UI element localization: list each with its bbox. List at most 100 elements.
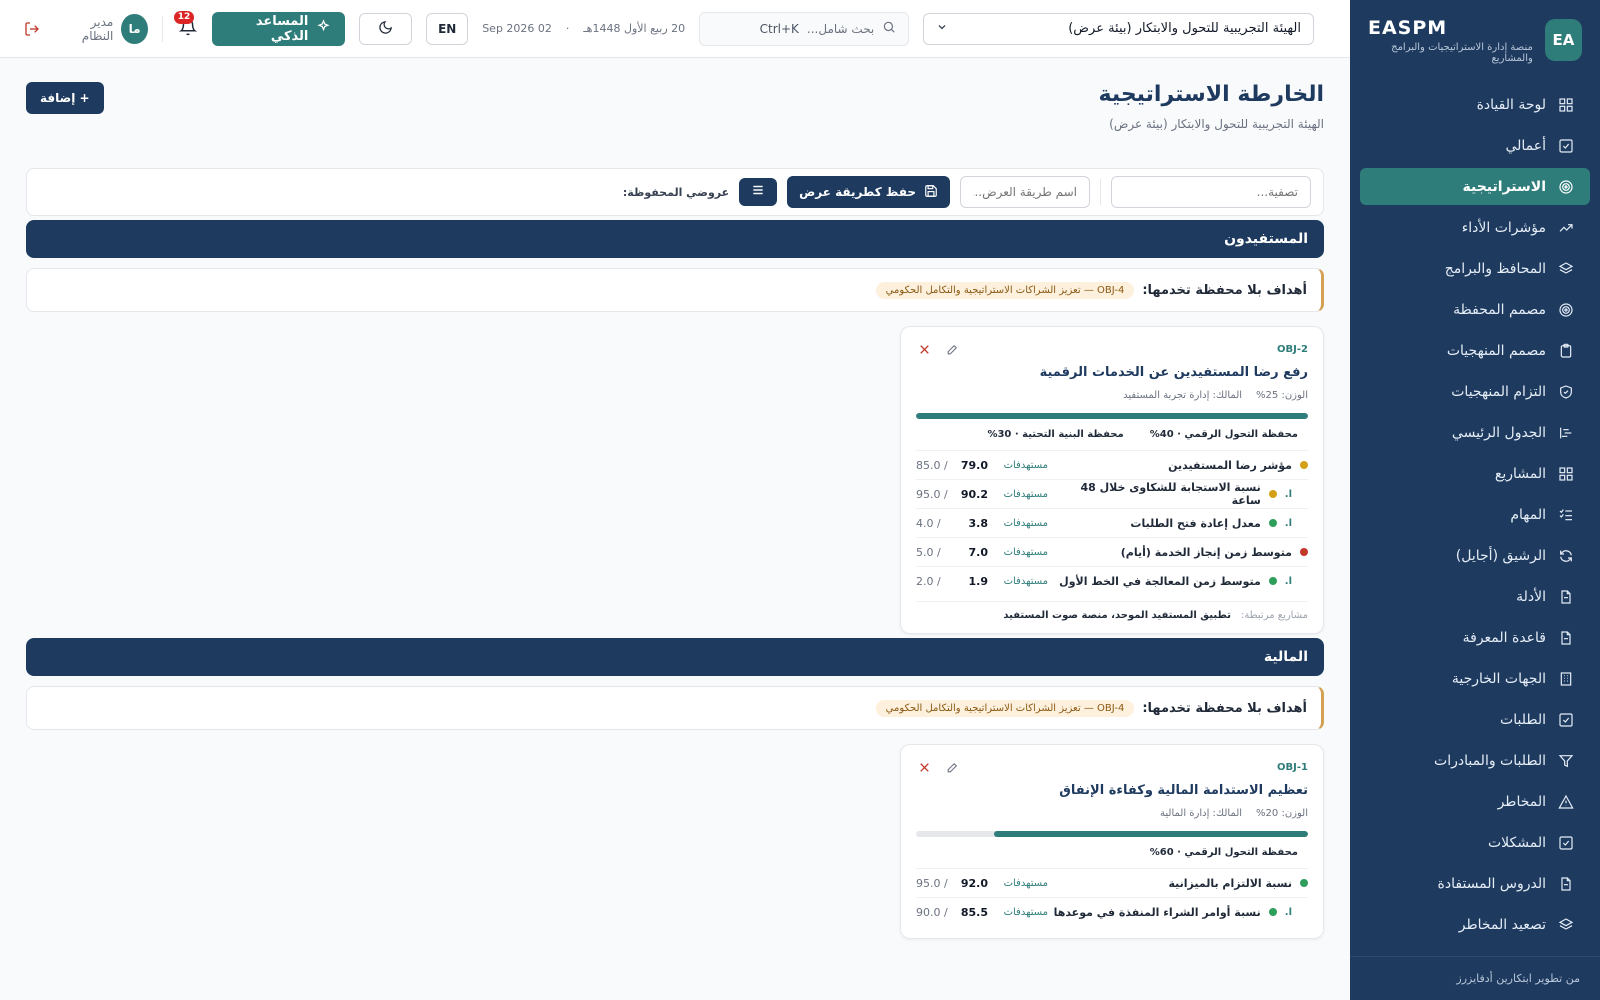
sidebar-item-13[interactable]: قاعدة المعرفة	[1360, 619, 1590, 656]
filter-icon	[1558, 753, 1574, 769]
sidebar-item-8[interactable]: الجدول الرئيسي	[1360, 414, 1590, 451]
gregorian-date: 02 Sep 2026	[482, 22, 552, 35]
portfolio-link[interactable]: محفظة التحول الرقمي · 60%	[1150, 847, 1298, 858]
status-dot	[1300, 548, 1308, 556]
topbar: الهيئة التجريبية للتحول والابتكار (بيئة …	[0, 0, 1350, 58]
search-placeholder: بحث شامل...	[806, 21, 875, 36]
sidebar-item-17[interactable]: المخاطر	[1360, 783, 1590, 820]
sidebar-item-label: المشكلات	[1487, 834, 1546, 851]
app-logo: EA	[1544, 19, 1582, 61]
objective-chip[interactable]: OBJ-4 — تعزيز الشراكات الاستراتيجية والت…	[875, 281, 1135, 299]
ai-assistant-label: المساعد الذكي	[255, 13, 309, 44]
kpi-targets-link[interactable]: مستهدفات	[988, 576, 1048, 587]
sub-kpi-marker: ا.	[1284, 488, 1292, 500]
view-name-input[interactable]	[960, 176, 1090, 208]
edit-icon[interactable]	[944, 759, 960, 775]
language-toggle[interactable]: EN	[426, 12, 469, 45]
sidebar-item-label: الأدلة	[1516, 588, 1546, 605]
sidebar-item-15[interactable]: الطلبات	[1360, 701, 1590, 738]
sidebar-footer: من تطوير ابتكارين أدفايزرز	[1350, 956, 1600, 1000]
objective-weight: الوزن: 25%	[1256, 390, 1308, 401]
status-dot	[1268, 577, 1277, 585]
kpi-targets-link[interactable]: مستهدفات	[988, 547, 1048, 558]
close-icon[interactable]	[916, 341, 932, 357]
sidebar-item-10[interactable]: المهام	[1360, 496, 1590, 533]
user-menu[interactable]: ما مدير النظام	[62, 13, 148, 44]
check-square-icon	[1558, 138, 1574, 154]
kpi-targets-link[interactable]: مستهدفات	[988, 518, 1048, 529]
sidebar-item-label: مصمم المحفظة	[1453, 301, 1546, 318]
sidebar-item-20[interactable]: تصعيد المخاطر	[1360, 906, 1590, 943]
check-square-icon	[1558, 712, 1574, 728]
kpi-actual: 1.9	[968, 574, 989, 588]
sidebar-item-16[interactable]: الطلبات والمبادرات	[1360, 742, 1590, 779]
file-icon	[1558, 876, 1574, 892]
sidebar-item-label: المهام	[1510, 506, 1546, 523]
sidebar-item-6[interactable]: مصمم المنهجيات	[1360, 332, 1590, 369]
sidebar-item-12[interactable]: الأدلة	[1360, 578, 1590, 615]
org-select[interactable]: الهيئة التجريبية للتحول والابتكار (بيئة …	[923, 12, 1314, 45]
sidebar-item-19[interactable]: الدروس المستفادة	[1360, 865, 1590, 902]
refresh-icon	[1558, 548, 1574, 564]
linked-projects[interactable]: تطبيق المستفيد الموحد، منصة صوت المستفيد	[1003, 610, 1231, 621]
sidebar: EA EASPM منصة إدارة الاستراتيجيات والبرا…	[1350, 0, 1600, 1000]
user-name: مدير النظام	[81, 14, 114, 43]
shield-icon	[1558, 384, 1574, 400]
sidebar-item-2[interactable]: الاستراتيجية	[1360, 168, 1590, 205]
kpi-actual: 3.8	[968, 516, 989, 530]
objective-chip[interactable]: OBJ-4 — تعزيز الشراكات الاستراتيجية والت…	[875, 699, 1135, 717]
main-content: الخارطة الاستراتيجية الهيئة التجريبية لل…	[0, 58, 1350, 1000]
sidebar-item-0[interactable]: لوحة القيادة	[1360, 86, 1590, 123]
portfolio-link[interactable]: محفظة البنية التحتية · 30%	[987, 429, 1123, 440]
logout-icon[interactable]	[24, 21, 40, 37]
sidebar-item-18[interactable]: المشكلات	[1360, 824, 1590, 861]
objective-title[interactable]: رفع رضا المستفيدين عن الخدمات الرقمية	[916, 365, 1308, 380]
objective-progress	[916, 413, 1308, 419]
sidebar-item-label: الطلبات	[1500, 711, 1546, 728]
objective-title[interactable]: تعظيم الاستدامة المالية وكفاءة الإنفاق	[916, 783, 1308, 798]
sidebar-item-11[interactable]: الرشيق (أجايل)	[1360, 537, 1590, 574]
filter-bar: حفظ كطريقة عرض عروضي المحفوظة:	[26, 168, 1324, 216]
sub-kpi-marker: ا.	[1284, 517, 1292, 529]
kpi-row[interactable]: نسبة الالتزام بالميزانية مستهدفات 92.0 95.0…	[916, 868, 1308, 897]
sidebar-item-9[interactable]: المشاريع	[1360, 455, 1590, 492]
filter-input[interactable]	[1111, 176, 1311, 208]
kpi-row[interactable]: متوسط زمن إنجاز الخدمة (أيام) مستهدفات 7.0…	[916, 537, 1308, 566]
sidebar-item-5[interactable]: مصمم المحفظة	[1360, 291, 1590, 328]
kpi-row[interactable]: ا. متوسط زمن المعالجة في الخط الأول مستهدف…	[916, 566, 1308, 595]
global-search[interactable]: بحث شامل... Ctrl+K	[699, 11, 910, 46]
sidebar-item-3[interactable]: مؤشرات الأداء	[1360, 209, 1590, 246]
kpi-row[interactable]: ا. نسبة أوامر الشراء المنفذة في موعدها مست…	[916, 897, 1308, 926]
objective-card: OBJ-2 رفع رضا المستفيدين عن الخدمات الرقم…	[900, 326, 1324, 634]
kpi-name: متوسط زمن المعالجة في الخط الأول	[1059, 574, 1261, 588]
kpi-row[interactable]: ا. نسبة الاستجابة للشكاوى خلال 48 ساعة مست…	[916, 479, 1308, 508]
sidebar-item-1[interactable]: أعمالي	[1360, 127, 1590, 164]
kpi-row[interactable]: ا. معدل إعادة فتح الطلبات مستهدفات 3.8 4.0 /	[916, 508, 1308, 537]
add-button[interactable]: + إضافة	[26, 82, 104, 114]
portfolio-link[interactable]: محفظة التحول الرقمي · 40%	[1150, 429, 1298, 440]
sidebar-item-14[interactable]: الجهات الخارجية	[1360, 660, 1590, 697]
edit-icon[interactable]	[944, 341, 960, 357]
kpi-targets-link[interactable]: مستهدفات	[988, 907, 1048, 918]
sidebar-item-4[interactable]: المحافظ والبرامج	[1360, 250, 1590, 287]
search-icon	[882, 20, 896, 37]
objective-code: OBJ-1	[1277, 761, 1308, 773]
saved-views-label: عروضي المحفوظة:	[622, 185, 730, 199]
notifications-count: 12	[173, 10, 195, 24]
notifications-button[interactable]: 12	[173, 10, 198, 41]
sidebar-item-label: الرشيق (أجايل)	[1455, 547, 1546, 564]
save-view-button[interactable]: حفظ كطريقة عرض	[787, 176, 950, 208]
theme-toggle[interactable]	[359, 12, 413, 45]
kpi-row[interactable]: مؤشر رضا المستفيدين مستهدفات 79.0 85.0 /	[916, 450, 1308, 479]
layers-icon	[1558, 917, 1574, 933]
unassigned-objectives: أهداف بلا محفظة تخدمها: OBJ-4 — تعزيز الش…	[26, 686, 1324, 730]
kpi-targets-link[interactable]: مستهدفات	[988, 489, 1048, 500]
kpi-name: نسبة أوامر الشراء المنفذة في موعدها	[1053, 905, 1261, 919]
kpi-targets-link[interactable]: مستهدفات	[988, 460, 1048, 471]
grid-icon	[1558, 97, 1574, 113]
kpi-targets-link[interactable]: مستهدفات	[988, 878, 1048, 889]
saved-views-menu-button[interactable]	[739, 178, 778, 206]
close-icon[interactable]	[916, 759, 932, 775]
ai-assistant-button[interactable]: المساعد الذكي	[212, 11, 346, 46]
sidebar-item-7[interactable]: التزام المنهجيات	[1360, 373, 1590, 410]
